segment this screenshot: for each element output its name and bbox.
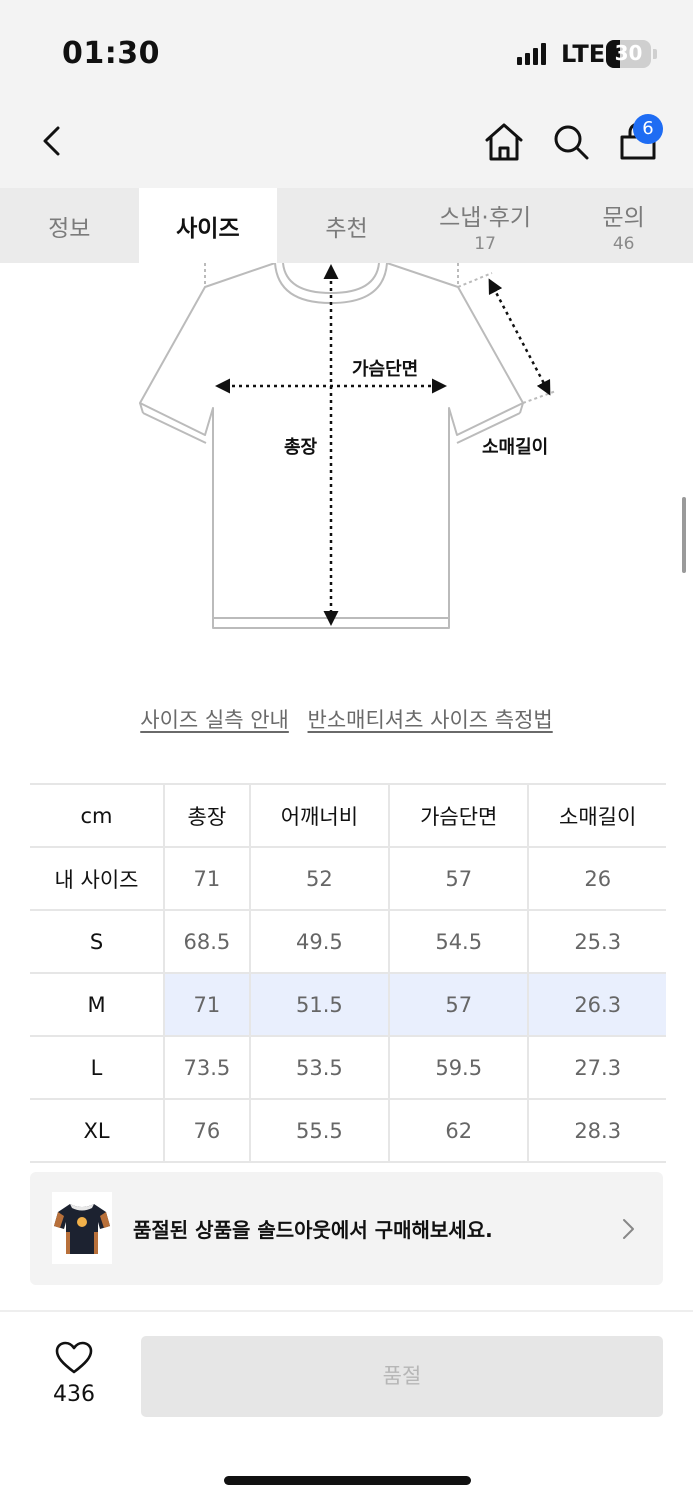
table-cell: 57 xyxy=(388,972,529,1036)
soldout-banner-text: 품절된 상품을 솔드아웃에서 구매해보세요. xyxy=(133,1218,493,1242)
table-cell: 26.3 xyxy=(527,972,666,1036)
status-bar: 01:30 LTE 30 xyxy=(0,0,693,100)
table-cell: 49.5 xyxy=(248,909,390,973)
table-cell: 57 xyxy=(388,846,529,910)
cart-count-badge: 6 xyxy=(633,114,663,144)
soldout-banner[interactable]: 품절된 상품을 솔드아웃에서 구매해보세요. xyxy=(30,1172,663,1285)
tab-label: 사이즈 xyxy=(176,215,240,242)
table-row: 내 사이즈 71 52 57 26 xyxy=(30,846,666,910)
table-cell: 71 xyxy=(163,972,250,1036)
scrollbar[interactable] xyxy=(682,497,686,573)
battery-level: 30 xyxy=(614,41,643,65)
network-label: LTE xyxy=(561,40,606,68)
table-cell: 73.5 xyxy=(163,1035,250,1099)
table-cell: 55.5 xyxy=(248,1098,390,1163)
tab-recommend[interactable]: 추천 xyxy=(277,188,416,263)
table-header-row: cm 총장 어깨너비 가슴단면 소매길이 xyxy=(30,783,666,847)
sleeve-length-label: 소매길이 xyxy=(482,437,549,458)
tab-bar: 정보 사이즈 추천 스냅·후기 17 문의 46 xyxy=(0,188,693,263)
size-name: XL xyxy=(30,1098,164,1163)
table-cell: 71 xyxy=(163,846,250,910)
tab-count: 17 xyxy=(474,233,496,254)
status-time: 01:30 xyxy=(62,36,160,71)
table-cell: 27.3 xyxy=(527,1035,666,1099)
table-cell: 59.5 xyxy=(388,1035,529,1099)
tab-size[interactable]: 사이즈 xyxy=(138,188,278,263)
like-count: 436 xyxy=(53,1382,95,1407)
home-icon[interactable] xyxy=(483,120,525,164)
product-thumbnail xyxy=(52,1192,112,1264)
size-guide-link[interactable]: 사이즈 실측 안내 xyxy=(140,708,289,732)
chevron-right-icon xyxy=(623,1219,634,1239)
battery-icon: 30 xyxy=(606,40,657,68)
tab-count: 46 xyxy=(612,233,635,254)
tshirt-measurement-diagram: 가슴단면 총장 소매길이 xyxy=(0,263,693,663)
like-button[interactable]: 436 xyxy=(48,1340,100,1407)
tab-label: 문의 xyxy=(602,204,645,231)
size-name: M xyxy=(30,972,164,1036)
total-length-label: 총장 xyxy=(284,437,318,458)
table-header: cm xyxy=(30,783,164,847)
nav-bar: 6 xyxy=(0,100,693,188)
tab-snap-review[interactable]: 스냅·후기 17 xyxy=(416,188,555,263)
tab-label: 추천 xyxy=(325,215,368,242)
tab-label: 스냅·후기 xyxy=(439,204,532,231)
table-cell: 51.5 xyxy=(248,972,390,1036)
table-header: 어깨너비 xyxy=(248,783,390,847)
table-cell: 76 xyxy=(163,1098,250,1163)
screen: 01:30 LTE 30 6 정보 사이즈 추천 스냅·후기 17 문의 46 … xyxy=(0,0,693,1500)
tab-info[interactable]: 정보 xyxy=(0,188,139,263)
bottom-action-bar: 436 품절 xyxy=(0,1310,693,1500)
table-cell: 28.3 xyxy=(527,1098,666,1163)
table-header: 가슴단면 xyxy=(388,783,529,847)
heart-icon xyxy=(55,1341,93,1374)
tab-label: 정보 xyxy=(48,215,91,242)
size-guide-links: 사이즈 실측 안내 반소매티셔츠 사이즈 측정법 xyxy=(0,704,693,734)
size-table: cm 총장 어깨너비 가슴단면 소매길이 내 사이즈 71 52 57 26 S… xyxy=(30,783,666,1163)
chevron-left-icon[interactable] xyxy=(36,120,72,162)
size-name: L xyxy=(30,1035,164,1099)
home-indicator[interactable] xyxy=(224,1476,471,1485)
table-row: S 68.5 49.5 54.5 25.3 xyxy=(30,909,666,973)
tshirt-outline-icon xyxy=(139,263,557,629)
tab-inquiry[interactable]: 문의 46 xyxy=(554,188,693,263)
table-header: 총장 xyxy=(163,783,250,847)
measure-guide-link[interactable]: 반소매티셔츠 사이즈 측정법 xyxy=(308,708,553,732)
table-cell: 54.5 xyxy=(388,909,529,973)
table-cell: 52 xyxy=(248,846,390,910)
table-cell: 62 xyxy=(388,1098,529,1163)
size-name: 내 사이즈 xyxy=(30,846,164,910)
table-cell: 68.5 xyxy=(163,909,250,973)
search-icon[interactable] xyxy=(550,120,592,164)
chest-width-label: 가슴단면 xyxy=(352,359,419,380)
table-row: L 73.5 53.5 59.5 27.3 xyxy=(30,1035,666,1099)
table-cell: 53.5 xyxy=(248,1035,390,1099)
signal-icon xyxy=(517,43,546,65)
table-row-highlighted: M 71 51.5 57 26.3 xyxy=(30,972,666,1036)
table-row: XL 76 55.5 62 28.3 xyxy=(30,1098,666,1163)
size-name: S xyxy=(30,909,164,973)
table-header: 소매길이 xyxy=(527,783,666,847)
soldout-button[interactable]: 품절 xyxy=(141,1336,663,1417)
table-cell: 25.3 xyxy=(527,909,666,973)
table-cell: 26 xyxy=(527,846,666,910)
